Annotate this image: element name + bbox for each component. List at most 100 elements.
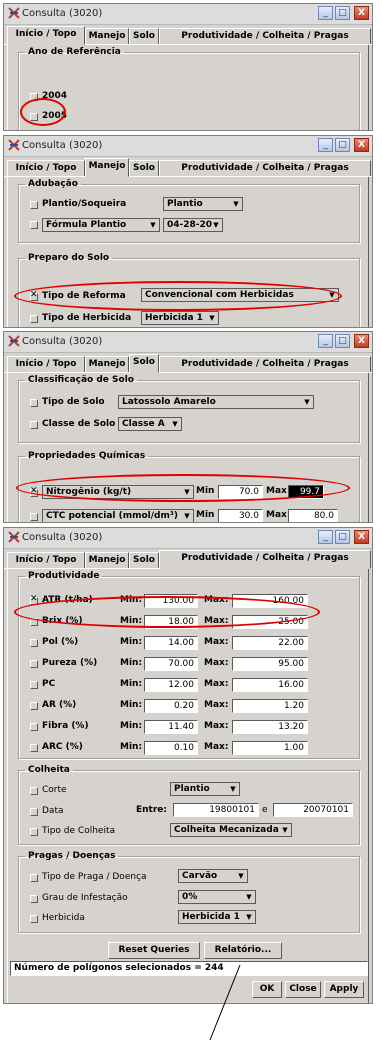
checkbox-formula[interactable] <box>30 221 38 229</box>
checkbox-herbicida[interactable] <box>30 915 38 923</box>
minimize-button[interactable]: _ <box>318 530 333 544</box>
formula-select[interactable]: Fórmula Plantio ▼ <box>42 218 160 232</box>
min-input-1[interactable]: 70.0 <box>218 485 263 499</box>
tab-produtividade[interactable]: Produtividade / Colheita / Pragas <box>159 160 371 176</box>
prod-min-input[interactable]: 14.00 <box>144 636 198 650</box>
data-to-input[interactable]: 20070101 <box>273 803 353 817</box>
close-button[interactable]: Close <box>285 981 321 998</box>
maximize-button[interactable]: □ <box>335 138 350 152</box>
prod-min-input[interactable]: 18.00 <box>144 615 198 629</box>
checkbox-data[interactable] <box>30 808 38 816</box>
maximize-button[interactable]: □ <box>335 6 350 20</box>
prod-max-input[interactable]: 22.00 <box>232 636 308 650</box>
title-bar[interactable]: Consulta (3020) _ □ X <box>4 332 372 353</box>
tab-produtividade[interactable]: Produtividade / Colheita / Pragas <box>159 356 371 372</box>
tipo-herbicida-select[interactable]: Herbicida 1 ▼ <box>141 311 219 325</box>
title-bar[interactable]: Consulta (3020) _ □ X <box>4 528 372 549</box>
prod-max-input[interactable]: 1.20 <box>232 699 308 713</box>
classe-solo-select[interactable]: Classe A ▼ <box>118 417 182 431</box>
tab-manejo[interactable]: Manejo <box>85 158 129 177</box>
prod-max-input[interactable]: 95.00 <box>232 657 308 671</box>
checkbox-prod-row[interactable] <box>30 639 38 647</box>
checkbox-prod-row[interactable] <box>30 618 38 626</box>
minimize-button[interactable]: _ <box>318 6 333 20</box>
tipo-reforma-select[interactable]: Convencional com Herbicidas ▼ <box>141 288 339 302</box>
relatorio-button[interactable]: Relatório... <box>204 942 282 959</box>
max-input-2[interactable]: 80.0 <box>288 509 338 522</box>
tab-solo[interactable]: Solo <box>129 28 159 44</box>
ok-button[interactable]: OK <box>252 981 282 998</box>
property-select-1[interactable]: Nitrogênio (kg/t) ▼ <box>42 485 194 499</box>
checkbox-prod-row[interactable] <box>30 594 38 605</box>
tab-manejo[interactable]: Manejo <box>85 356 129 372</box>
checkbox-classe-solo[interactable] <box>30 421 38 429</box>
property-select-2[interactable]: CTC potencial (mmol/dm³) ▼ <box>42 509 194 522</box>
checkbox-2005[interactable] <box>30 113 38 121</box>
prod-min-input[interactable]: 70.00 <box>144 657 198 671</box>
min-label: Min: <box>120 637 143 647</box>
minimize-button[interactable]: _ <box>318 138 333 152</box>
max-label: Max <box>266 486 287 496</box>
tab-solo[interactable]: Solo <box>129 354 159 373</box>
max-input-1[interactable]: 99.7 <box>288 485 324 499</box>
close-window-button[interactable]: X <box>354 530 369 544</box>
min-input-2[interactable]: 30.0 <box>218 509 263 522</box>
tab-manejo[interactable]: Manejo <box>85 552 129 568</box>
close-window-button[interactable]: X <box>354 334 369 348</box>
checkbox-tipo-reforma[interactable] <box>30 290 38 301</box>
close-window-button[interactable]: X <box>354 6 369 20</box>
tipo-solo-select[interactable]: Latossolo Amarelo ▼ <box>118 395 314 409</box>
tab-manejo[interactable]: Manejo <box>85 28 129 44</box>
checkbox-tipo-praga[interactable] <box>30 874 38 882</box>
apply-button[interactable]: Apply <box>324 981 364 998</box>
checkbox-tipo-herbicida[interactable] <box>30 315 38 323</box>
tab-inicio[interactable]: Início / Topo <box>7 552 85 568</box>
prod-max-input[interactable]: 16.00 <box>232 678 308 692</box>
prod-min-input[interactable]: 11.40 <box>144 720 198 734</box>
herbicida-select[interactable]: Herbicida 1 ▼ <box>178 910 256 924</box>
minimize-button[interactable]: _ <box>318 334 333 348</box>
checkbox-plantio-soqueira[interactable] <box>30 201 38 209</box>
checkbox-nitrogenio[interactable] <box>30 486 38 497</box>
checkbox-tipo-colheita[interactable] <box>30 828 38 836</box>
tab-produtividade[interactable]: Produtividade / Colheita / Pragas <box>159 28 371 44</box>
checkbox-prod-row[interactable] <box>30 660 38 668</box>
checkbox-ctc[interactable] <box>30 513 38 521</box>
tab-solo[interactable]: Solo <box>129 160 159 176</box>
maximize-button[interactable]: □ <box>335 530 350 544</box>
prod-max-input[interactable]: 25.00 <box>232 615 308 629</box>
checkbox-2004[interactable] <box>30 93 38 101</box>
prod-min-input[interactable]: 130.00 <box>144 594 198 608</box>
checkbox-prod-row[interactable] <box>30 744 38 752</box>
checkbox-prod-row[interactable] <box>30 702 38 710</box>
title-bar[interactable]: Consulta (3020) _ □ X <box>4 136 372 157</box>
prod-min-input[interactable]: 0.10 <box>144 741 198 755</box>
tab-produtividade[interactable]: Produtividade / Colheita / Pragas <box>159 550 371 569</box>
formula-npk-select[interactable]: 04-28-20 ▼ <box>163 218 223 232</box>
reset-queries-button[interactable]: Reset Queries <box>108 942 200 959</box>
tab-inicio[interactable]: Início / Topo <box>7 160 85 176</box>
tab-panel: Adubação Plantio/Soqueira Plantio ▼ Fórmu… <box>7 177 369 327</box>
close-window-button[interactable]: X <box>354 138 369 152</box>
checkbox-prod-row[interactable] <box>30 723 38 731</box>
prod-max-input[interactable]: 13.20 <box>232 720 308 734</box>
data-from-input[interactable]: 19800101 <box>173 803 259 817</box>
tab-inicio[interactable]: Início / Topo <box>7 26 85 45</box>
checkbox-corte[interactable] <box>30 787 38 795</box>
tipo-colheita-select[interactable]: Colheita Mecanizada ▼ <box>170 823 292 837</box>
title-bar[interactable]: Consulta (3020) _ □ X <box>4 4 372 25</box>
maximize-button[interactable]: □ <box>335 334 350 348</box>
tipo-praga-select[interactable]: Carvão ▼ <box>178 869 248 883</box>
tab-inicio[interactable]: Início / Topo <box>7 356 85 372</box>
prod-max-input[interactable]: 1.00 <box>232 741 308 755</box>
grau-infestacao-select[interactable]: 0% ▼ <box>178 890 256 904</box>
prod-min-input[interactable]: 12.00 <box>144 678 198 692</box>
tab-solo[interactable]: Solo <box>129 552 159 568</box>
plantio-select[interactable]: Plantio ▼ <box>163 197 243 211</box>
checkbox-prod-row[interactable] <box>30 681 38 689</box>
prod-max-input[interactable]: 160.00 <box>232 594 308 608</box>
checkbox-grau-infestacao[interactable] <box>30 895 38 903</box>
corte-select[interactable]: Plantio ▼ <box>170 782 240 796</box>
prod-min-input[interactable]: 0.20 <box>144 699 198 713</box>
checkbox-tipo-solo[interactable] <box>30 399 38 407</box>
